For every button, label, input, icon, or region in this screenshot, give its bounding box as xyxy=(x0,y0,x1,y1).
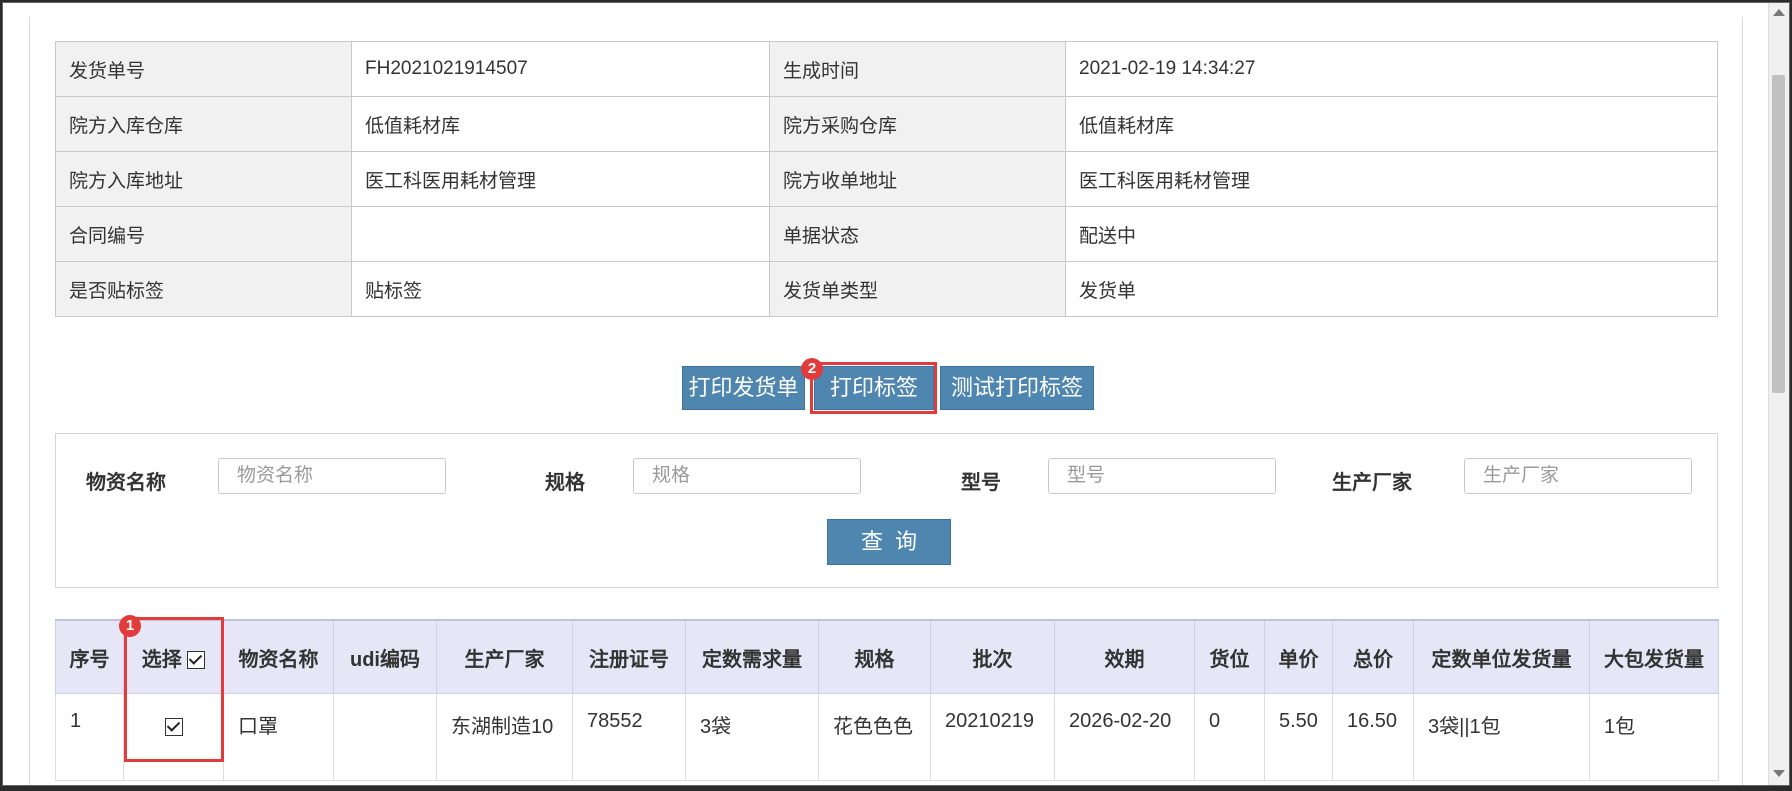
cell-unit-price: 5.50 xyxy=(1264,693,1333,781)
info-value: 医工科医用耗材管理 xyxy=(351,151,770,207)
info-value: 2021-02-19 14:34:27 xyxy=(1065,41,1718,97)
info-label: 发货单号 xyxy=(55,41,352,97)
app-window: 发货单号 FH2021021914507 生成时间 2021-02-19 14:… xyxy=(2,2,1790,786)
scroll-up-icon[interactable] xyxy=(1773,9,1785,16)
scroll-down-icon[interactable] xyxy=(1773,770,1785,777)
step-badge-1: 1 xyxy=(119,615,141,637)
col-header: 总价 xyxy=(1332,619,1414,694)
info-row: 发货单号 FH2021021914507 生成时间 2021-02-19 14:… xyxy=(55,41,1718,97)
query-button[interactable]: 查询 xyxy=(827,519,951,565)
material-name-input[interactable] xyxy=(218,458,446,494)
info-value: 贴标签 xyxy=(351,261,770,317)
info-value: FH2021021914507 xyxy=(351,41,770,97)
info-row: 是否贴标签 贴标签 发货单类型 发货单 xyxy=(55,261,1718,317)
print-delivery-slip-button[interactable]: 打印发货单 xyxy=(682,366,805,410)
cell-maker: 东湖制造10 xyxy=(436,693,573,781)
search-maker-label: 生产厂家 xyxy=(1332,472,1412,494)
items-table: 序号 选择 物资名称 udi编码 生产厂家 注册证号 定数需求量 规格 批次 效… xyxy=(55,619,1719,781)
info-row: 合同编号 单据状态 配送中 xyxy=(55,206,1718,262)
cell-expiry: 2026-02-20 xyxy=(1054,693,1195,781)
cell-pack-ship: 1包 xyxy=(1589,693,1719,781)
col-header: udi编码 xyxy=(333,619,437,694)
table-row[interactable]: 1 口罩 东湖制造10 78552 3袋 花色色色 20210219 2026-… xyxy=(55,693,1719,781)
manufacturer-input[interactable] xyxy=(1464,458,1692,494)
test-print-label-button[interactable]: 测试打印标签 xyxy=(940,366,1094,410)
model-input[interactable] xyxy=(1048,458,1276,494)
col-header: 生产厂家 xyxy=(436,619,573,694)
vertical-scrollbar[interactable] xyxy=(1768,3,1789,785)
info-value: 低值耗材库 xyxy=(351,96,770,152)
info-value xyxy=(351,206,770,262)
cell-location: 0 xyxy=(1194,693,1265,781)
info-label: 单据状态 xyxy=(769,206,1066,262)
cell-total: 16.50 xyxy=(1332,693,1414,781)
info-label: 院方入库仓库 xyxy=(55,96,352,152)
spec-input[interactable] xyxy=(633,458,861,494)
col-header: 批次 xyxy=(930,619,1055,694)
delivery-info-table: 发货单号 FH2021021914507 生成时间 2021-02-19 14:… xyxy=(55,41,1718,317)
col-header: 注册证号 xyxy=(572,619,686,694)
search-panel: 物资名称 规格 型号 生产厂家 查询 xyxy=(55,433,1718,588)
info-label: 院方收单地址 xyxy=(769,151,1066,207)
col-header: 单价 xyxy=(1264,619,1333,694)
info-label: 院方入库地址 xyxy=(55,151,352,207)
col-header: 大包发货量 xyxy=(1589,619,1719,694)
info-label: 院方采购仓库 xyxy=(769,96,1066,152)
cell-udi xyxy=(333,693,437,781)
cell-batch: 20210219 xyxy=(930,693,1055,781)
col-header: 规格 xyxy=(818,619,931,694)
col-header: 货位 xyxy=(1194,619,1265,694)
info-label: 发货单类型 xyxy=(769,261,1066,317)
cell-unit-ship: 3袋||1包 xyxy=(1413,693,1590,781)
print-label-highlight xyxy=(810,362,937,414)
info-value: 配送中 xyxy=(1065,206,1718,262)
search-model-label: 型号 xyxy=(961,472,1001,494)
info-label: 是否贴标签 xyxy=(55,261,352,317)
scroll-thumb[interactable] xyxy=(1772,75,1785,393)
col-header: 物资名称 xyxy=(223,619,334,694)
col-header: 效期 xyxy=(1054,619,1195,694)
cell-reg-no: 78552 xyxy=(572,693,686,781)
info-label: 生成时间 xyxy=(769,41,1066,97)
info-label: 合同编号 xyxy=(55,206,352,262)
table-header-row: 序号 选择 物资名称 udi编码 生产厂家 注册证号 定数需求量 规格 批次 效… xyxy=(55,619,1719,694)
cell-demand: 3袋 xyxy=(685,693,819,781)
info-row: 院方入库地址 医工科医用耗材管理 院方收单地址 医工科医用耗材管理 xyxy=(55,151,1718,207)
info-value: 医工科医用耗材管理 xyxy=(1065,151,1718,207)
info-row: 院方入库仓库 低值耗材库 院方采购仓库 低值耗材库 xyxy=(55,96,1718,152)
cell-no: 1 xyxy=(55,693,124,781)
cell-spec: 花色色色 xyxy=(818,693,931,781)
col-header: 序号 xyxy=(55,619,124,694)
col-header: 定数需求量 xyxy=(685,619,819,694)
col-header: 定数单位发货量 xyxy=(1413,619,1590,694)
search-name-label: 物资名称 xyxy=(86,472,166,494)
info-value: 低值耗材库 xyxy=(1065,96,1718,152)
info-value: 发货单 xyxy=(1065,261,1718,317)
cell-name: 口罩 xyxy=(223,693,334,781)
search-spec-label: 规格 xyxy=(545,472,585,494)
select-column-highlight xyxy=(124,617,224,762)
step-badge-2: 2 xyxy=(801,358,823,380)
